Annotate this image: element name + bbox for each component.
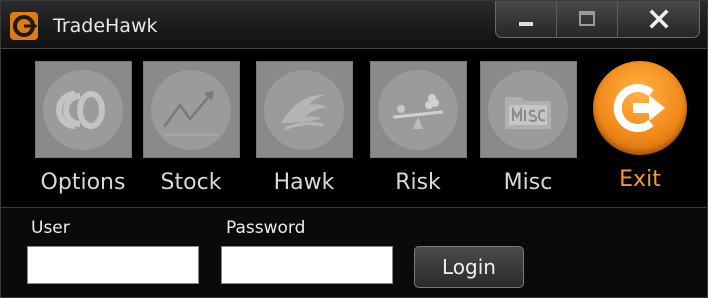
hawk-tool[interactable]: Hawk [254,61,354,195]
exit-icon [613,84,665,132]
window-title: TradeHawk [53,15,158,37]
misc-tile[interactable] [479,61,577,158]
user-input[interactable] [27,246,199,284]
title-bar[interactable]: TradeHawk [1,1,707,49]
maximize-icon [579,11,595,26]
login-bar: User Password Login [1,207,707,297]
misc-folder-icon [505,96,551,129]
user-label: User [31,218,70,238]
risk-label: Risk [395,170,441,195]
stock-tool[interactable]: Stock [141,61,241,195]
tradehawk-window: TradeHawk Options Stock Hawk Risk Misc E… [0,0,708,298]
misc-tool[interactable]: Misc [478,61,578,195]
password-label: Password [226,218,306,238]
options-tile[interactable] [34,61,132,158]
misc-label: Misc [503,170,553,195]
risk-tool[interactable]: Risk [368,61,468,195]
risk-tile[interactable] [369,61,467,158]
close-button[interactable] [617,1,699,37]
minimize-button[interactable] [496,1,556,37]
hawk-label: Hawk [273,170,335,195]
exit-tool[interactable]: Exit [590,61,690,192]
exit-label: Exit [619,167,661,192]
minimize-icon [519,22,533,26]
stock-chart-icon [162,90,218,135]
maximize-button[interactable] [556,1,617,37]
hawk-tile[interactable] [255,61,353,158]
hawk-icon [281,94,327,130]
stock-tile[interactable] [142,61,240,158]
options-icon [56,90,105,129]
tradehawk-logo-icon [10,12,38,40]
stock-label: Stock [160,170,222,195]
login-button[interactable]: Login [414,246,524,288]
password-input[interactable] [221,246,393,284]
main-toolbar: Options Stock Hawk Risk Misc Exit [1,49,707,206]
seesaw-icon [393,93,444,129]
options-label: Options [40,170,126,195]
options-tool[interactable]: Options [33,61,133,195]
exit-button[interactable] [593,61,687,155]
window-controls [495,1,700,38]
close-icon [649,9,668,29]
